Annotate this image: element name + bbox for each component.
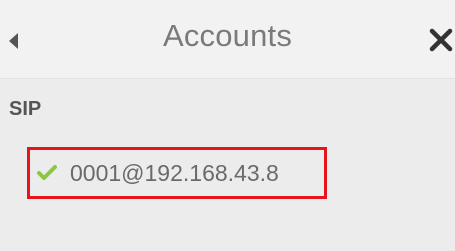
accounts-panel: Accounts SIP 0001@192.168.43.8 — [0, 0, 455, 251]
account-address: 0001@192.168.43.8 — [70, 160, 279, 186]
check-icon — [37, 165, 57, 181]
close-icon — [429, 28, 453, 52]
section-label-sip: SIP — [9, 98, 42, 120]
panel-header: Accounts — [0, 0, 455, 79]
page-title: Accounts — [162, 18, 293, 53]
close-button[interactable] — [428, 27, 454, 53]
account-list-item[interactable]: 0001@192.168.43.8 — [27, 147, 327, 199]
